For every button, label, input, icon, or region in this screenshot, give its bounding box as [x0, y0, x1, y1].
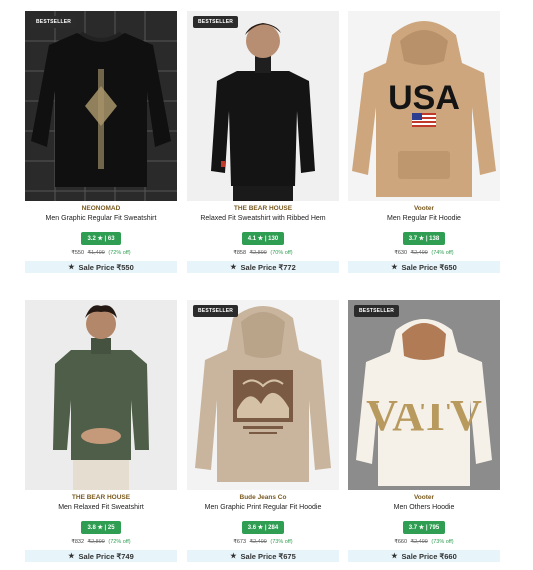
- product-image[interactable]: USA: [348, 11, 500, 201]
- original-price: ₹2,899: [249, 250, 267, 256]
- original-price: ₹1,499: [87, 250, 105, 256]
- price-row: ₹832 ₹2,899 (72% off): [25, 539, 177, 545]
- sale-price-label: Sale Price ₹675: [240, 551, 296, 561]
- star-icon: ★: [68, 553, 75, 560]
- price-row: ₹673 ₹2,499 (73% off): [187, 539, 339, 545]
- discount-percent: (72% off): [108, 250, 131, 256]
- price-row: ₹550 ₹1,499 (72% off): [25, 250, 177, 256]
- bestseller-badge: BESTSELLER: [31, 16, 77, 28]
- sale-price-banner: ★ Sale Price ₹650: [348, 261, 500, 273]
- sale-price-banner: ★ Sale Price ₹550: [25, 261, 177, 273]
- star-icon: ★: [230, 264, 237, 271]
- sale-price-banner: ★ Sale Price ₹660: [348, 550, 500, 562]
- discount-percent: (72% off): [108, 539, 131, 545]
- product-brand: THE BEAR HOUSE: [71, 494, 131, 501]
- product-card[interactable]: BESTSELLER Bude Jeans Co Men Graphic Pri…: [187, 300, 339, 562]
- current-price: ₹660: [394, 539, 408, 545]
- sale-price-label: Sale Price ₹650: [401, 262, 457, 272]
- sale-price-label: Sale Price ₹749: [78, 551, 134, 561]
- current-price: ₹858: [233, 250, 247, 256]
- product-brand: Bude Jeans Co: [239, 494, 287, 501]
- rating-badge: 3.8 ★ | 25: [81, 521, 121, 534]
- price-row: ₹660 ₹2,499 (73% off): [348, 539, 500, 545]
- sale-price-banner: ★ Sale Price ₹675: [187, 550, 339, 562]
- star-icon: ★: [68, 264, 75, 271]
- sale-price-label: Sale Price ₹550: [78, 262, 134, 272]
- product-image[interactable]: BESTSELLER: [187, 11, 339, 201]
- rating-badge: 4.1 ★ | 130: [241, 232, 285, 245]
- star-icon: ★: [230, 553, 237, 560]
- current-price: ₹630: [394, 250, 408, 256]
- product-brand: THE BEAR HOUSE: [233, 205, 293, 212]
- current-price: ₹673: [233, 539, 247, 545]
- original-price: ₹2,899: [87, 539, 105, 545]
- original-price: ₹2,499: [410, 539, 428, 545]
- product-card[interactable]: USA Vooter Men Regular Fit Hoodie 3.7 ★ …: [348, 11, 500, 273]
- product-brand: Vooter: [413, 494, 435, 501]
- star-icon: ★: [391, 264, 398, 271]
- product-brand: Vooter: [413, 205, 435, 212]
- sale-price-label: Sale Price ₹772: [240, 262, 296, 272]
- discount-percent: (74% off): [431, 250, 454, 256]
- product-image[interactable]: VATV BESTSELLER: [348, 300, 500, 490]
- sale-price-banner: ★ Sale Price ₹772: [187, 261, 339, 273]
- sale-price-label: Sale Price ₹660: [401, 551, 457, 561]
- product-image[interactable]: [25, 300, 177, 490]
- rating-badge: 3.2 ★ | 63: [81, 232, 121, 245]
- product-title[interactable]: Men Others Hoodie: [348, 504, 500, 511]
- product-title[interactable]: Men Relaxed Fit Sweatshirt: [25, 504, 177, 511]
- rating-badge: 3.7 ★ | 138: [402, 232, 446, 245]
- bestseller-badge: BESTSELLER: [193, 305, 239, 317]
- product-title[interactable]: Men Regular Fit Hoodie: [348, 215, 500, 222]
- discount-percent: (73% off): [270, 539, 293, 545]
- product-title[interactable]: Relaxed Fit Sweatshirt with Ribbed Hem: [187, 215, 339, 222]
- current-price: ₹832: [71, 539, 85, 545]
- product-card[interactable]: VATV BESTSELLER Vooter Men Others Hoodie…: [348, 300, 500, 562]
- price-row: ₹630 ₹2,499 (74% off): [348, 250, 500, 256]
- star-icon: ★: [391, 553, 398, 560]
- hoodie-graphic-text: USA: [388, 79, 460, 117]
- product-image[interactable]: BESTSELLER: [25, 11, 177, 201]
- rating-badge: 3.6 ★ | 284: [241, 521, 285, 534]
- product-title[interactable]: Men Graphic Print Regular Fit Hoodie: [187, 504, 339, 511]
- product-brand: NEONOMAD: [81, 205, 121, 212]
- product-card[interactable]: BESTSELLER THE BEAR HOUSE Relaxed Fit Sw…: [187, 11, 339, 273]
- original-price: ₹2,499: [249, 539, 267, 545]
- bestseller-badge: BESTSELLER: [193, 16, 239, 28]
- original-price: ₹2,499: [410, 250, 428, 256]
- product-card[interactable]: BESTSELLER NEONOMAD Men Graphic Regular …: [25, 11, 177, 273]
- price-row: ₹858 ₹2,899 (70% off): [187, 250, 339, 256]
- discount-percent: (73% off): [431, 539, 454, 545]
- rating-badge: 3.7 ★ | 795: [402, 521, 446, 534]
- hoodie-graphic-text: VATV: [366, 391, 482, 440]
- discount-percent: (70% off): [270, 250, 293, 256]
- product-title[interactable]: Men Graphic Regular Fit Sweatshirt: [25, 215, 177, 222]
- product-image[interactable]: BESTSELLER: [187, 300, 339, 490]
- product-card[interactable]: THE BEAR HOUSE Men Relaxed Fit Sweatshir…: [25, 300, 177, 562]
- sale-price-banner: ★ Sale Price ₹749: [25, 550, 177, 562]
- current-price: ₹550: [71, 250, 85, 256]
- bestseller-badge: BESTSELLER: [354, 305, 400, 317]
